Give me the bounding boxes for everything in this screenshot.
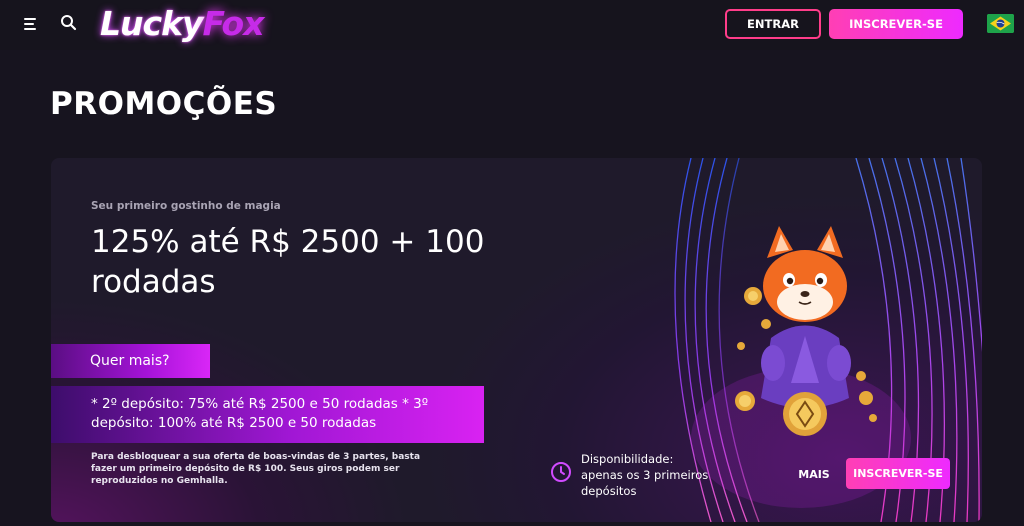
availability-value: apenas os 3 primeiros depósitos (581, 468, 709, 498)
top-navigation-bar: LuckyFox ENTRAR INSCREVER-SE (0, 0, 1024, 50)
promo-terms-text: Para desbloquear a sua oferta de boas-vi… (91, 452, 421, 486)
availability-label: Disponibilidade: (581, 452, 674, 466)
fox-mascot (735, 226, 877, 436)
more-offer-band: Quer mais? (51, 344, 210, 378)
page-title: PROMOÇÕES (50, 86, 278, 122)
promo-headline: 125% até R$ 2500 + 100 rodadas (91, 224, 485, 300)
deposit-offers-band: * 2º depósito: 75% até R$ 2500 e 50 roda… (51, 386, 484, 443)
brazil-flag-icon[interactable] (987, 14, 1014, 33)
promo-card: Seu primeiro gostinho de magia 125% até … (51, 158, 982, 522)
luckyfox-logo[interactable]: LuckyFox (100, 4, 264, 44)
promo-signup-button[interactable]: INSCREVER-SE (846, 458, 950, 489)
promo-subtitle: Seu primeiro gostinho de magia (91, 200, 281, 212)
search-icon[interactable] (58, 12, 80, 34)
login-button[interactable]: ENTRAR (725, 9, 821, 39)
more-info-button[interactable]: MAIS (794, 460, 834, 490)
signup-button[interactable]: INSCREVER-SE (829, 9, 963, 39)
menu-icon[interactable] (22, 14, 42, 34)
clock-icon (551, 462, 571, 482)
